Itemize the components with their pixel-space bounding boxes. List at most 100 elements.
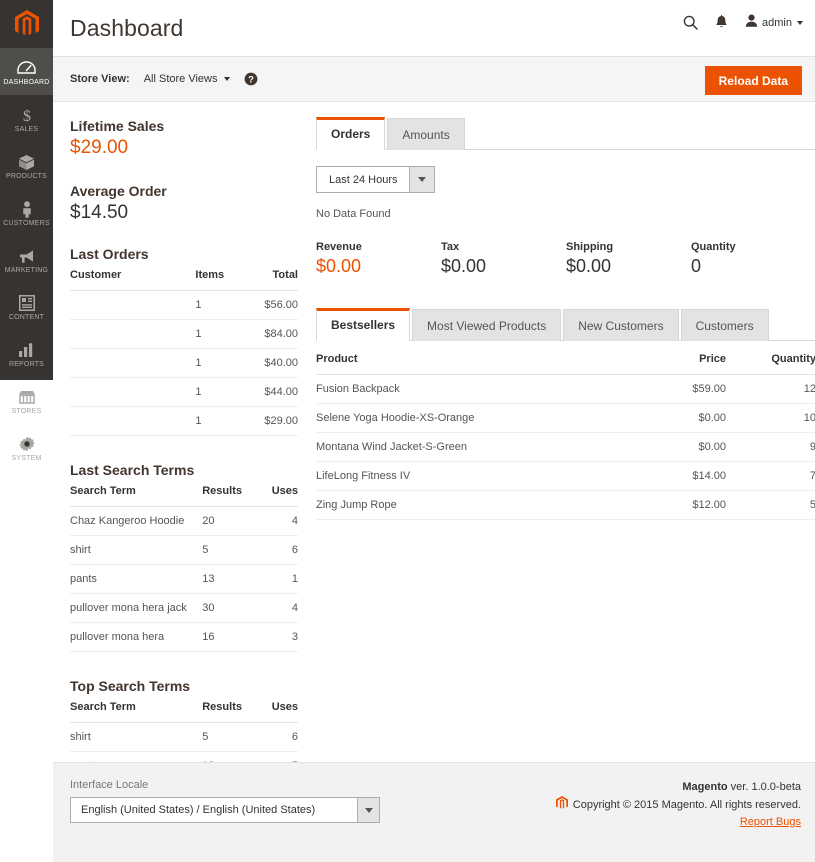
period-select[interactable]: Last 24 Hours: [316, 166, 436, 193]
period-value: Last 24 Hours: [329, 173, 398, 186]
search-icon[interactable]: [683, 15, 698, 30]
sidebar-item-marketing[interactable]: MARKETING: [0, 236, 53, 283]
sidebar-item-stores[interactable]: STORES: [0, 377, 53, 424]
cell-quantity: 7: [726, 461, 815, 491]
cell-term: shirt: [70, 722, 203, 752]
tab-amounts[interactable]: Amounts: [387, 118, 465, 150]
cell-product: Selene Yoga Hoodie-XS-Orange: [316, 403, 626, 433]
dollar-icon: $: [20, 107, 34, 124]
sidebar-item-content[interactable]: CONTENT: [0, 283, 53, 330]
storefront-icon: [18, 389, 36, 406]
cell-customer: [70, 290, 196, 320]
footer-info: Magento ver. 1.0.0-beta Copyright © 2015…: [555, 781, 801, 828]
interface-locale-select[interactable]: English (United States) / English (Unite…: [70, 797, 380, 823]
table-row[interactable]: LifeLong Fitness IV $14.00 7: [316, 461, 815, 491]
table-row[interactable]: 1 $29.00: [70, 406, 298, 436]
column-header: Search Term: [70, 700, 203, 723]
sidebar-item-sales[interactable]: $ SALES: [0, 95, 53, 142]
column-header: Quantity: [726, 349, 815, 375]
sidebar-item-label: STORES: [11, 407, 42, 415]
cell-results: 20: [202, 506, 253, 536]
dashboard-page: DASHBOARD $ SALES PRODUCTS CUSTOMERS MAR…: [0, 0, 815, 862]
magento-logo[interactable]: [0, 0, 53, 48]
column-header: Uses: [252, 484, 298, 507]
cell-total: $56.00: [240, 290, 298, 320]
cell-items: 1: [195, 319, 241, 349]
cell-quantity: 10: [726, 403, 815, 433]
cell-uses: 3: [252, 622, 298, 652]
table-row[interactable]: pants 13 1: [70, 564, 298, 594]
interface-locale-value: English (United States) / English (Unite…: [81, 804, 316, 816]
stat-shipping: Shipping $0.00: [566, 241, 691, 277]
reload-data-button[interactable]: Reload Data: [704, 66, 802, 95]
stat-value: 0: [691, 256, 702, 276]
column-header: Price: [626, 349, 726, 375]
cell-items: 1: [195, 377, 241, 407]
tab-orders[interactable]: Orders: [316, 117, 386, 150]
chevron-down-icon: [409, 167, 435, 192]
sidebar-item-dashboard[interactable]: DASHBOARD: [0, 48, 53, 95]
table-row[interactable]: 1 $84.00: [70, 319, 298, 349]
table-row[interactable]: 1 $40.00: [70, 348, 298, 378]
sidebar-item-reports[interactable]: REPORTS: [0, 330, 53, 377]
tab-most-viewed-products[interactable]: Most Viewed Products: [412, 309, 562, 341]
sidebar-item-label: MARKETING: [4, 266, 49, 274]
report-bugs-link[interactable]: Report Bugs: [556, 816, 801, 828]
table-row[interactable]: 1 $56.00: [70, 290, 298, 320]
chevron-down-icon: [797, 20, 803, 25]
help-circle-icon[interactable]: ?: [244, 72, 258, 86]
last-orders-block: Last Orders Customer Items Total 1 $56.00…: [70, 246, 298, 436]
bell-icon[interactable]: [715, 15, 728, 30]
table-row[interactable]: Montana Wind Jacket-S-Green $0.00 9: [316, 432, 815, 462]
cell-price: $14.00: [626, 461, 726, 491]
tab-customers[interactable]: Customers: [680, 309, 769, 341]
cell-term: pullover mona hera: [70, 622, 203, 652]
table-row[interactable]: shirt 5 6: [70, 535, 298, 565]
user-avatar-icon: [745, 14, 758, 31]
copyright-text: Copyright © 2015 Magento. All rights res…: [572, 798, 801, 811]
person-icon: [21, 200, 33, 218]
top-search-terms-title: Top Search Terms: [70, 677, 191, 694]
box-icon: [18, 154, 35, 171]
table-row[interactable]: pullover mona hera jack304: [70, 593, 298, 623]
column-header: Total: [240, 268, 298, 291]
left-column: Lifetime Sales $29.00 Average Order $14.…: [70, 116, 310, 862]
admin-label: admin: [762, 16, 792, 29]
last-orders-table: Customer Items Total 1 $56.00 1 $84.00 1 $4…: [70, 268, 298, 436]
main-content: Dashboard admin Store View: All Store Vi…: [53, 0, 815, 862]
version-line: Magento ver. 1.0.0-beta: [556, 781, 801, 793]
cell-product: Zing Jump Rope: [316, 490, 626, 520]
table-row[interactable]: Fusion Backpack $59.00 12: [316, 374, 815, 404]
sidebar-item-label: SYSTEM: [11, 454, 42, 462]
sidebar-item-system[interactable]: SYSTEM: [0, 424, 53, 471]
orders-tabs: Orders Amounts: [316, 116, 815, 150]
table-row[interactable]: Selene Yoga Hoodie-XS-Orange $0.00 10: [316, 403, 815, 433]
magento-logo-icon: [555, 796, 568, 813]
sidebar-item-products[interactable]: PRODUCTS: [0, 142, 53, 189]
table-row[interactable]: Zing Jump Rope $12.00 5: [316, 490, 815, 520]
table-row[interactable]: shirt 5 6: [70, 722, 298, 752]
orders-panel: Last 24 Hours No Data Found Revenue $0.0…: [316, 150, 815, 277]
cell-customer: [70, 348, 196, 378]
table-row[interactable]: 1 $44.00: [70, 377, 298, 407]
cell-quantity: 12: [726, 374, 815, 404]
cell-customer: [70, 377, 196, 407]
table-row[interactable]: Chaz Kangeroo Hoodie204: [70, 506, 298, 536]
gear-icon: [18, 436, 35, 453]
svg-text:$: $: [23, 108, 31, 124]
tab-new-customers[interactable]: New Customers: [563, 309, 679, 341]
stat-label: Shipping: [566, 241, 614, 253]
store-view-select[interactable]: All Store Views: [144, 73, 230, 85]
column-header: Search Term: [70, 484, 203, 507]
no-data-message: No Data Found: [316, 208, 391, 220]
admin-menu[interactable]: admin: [745, 14, 803, 31]
cell-term: Chaz Kangeroo Hoodie: [70, 506, 203, 536]
cell-price: $12.00: [626, 490, 726, 520]
cell-term: pants: [70, 564, 203, 594]
sidebar-item-customers[interactable]: CUSTOMERS: [0, 189, 53, 236]
table-row[interactable]: pullover mona hera 16 3: [70, 622, 298, 652]
tab-bestsellers[interactable]: Bestsellers: [316, 308, 411, 341]
last-search-terms-table: Search Term Results Uses Chaz Kangeroo H…: [70, 484, 298, 652]
